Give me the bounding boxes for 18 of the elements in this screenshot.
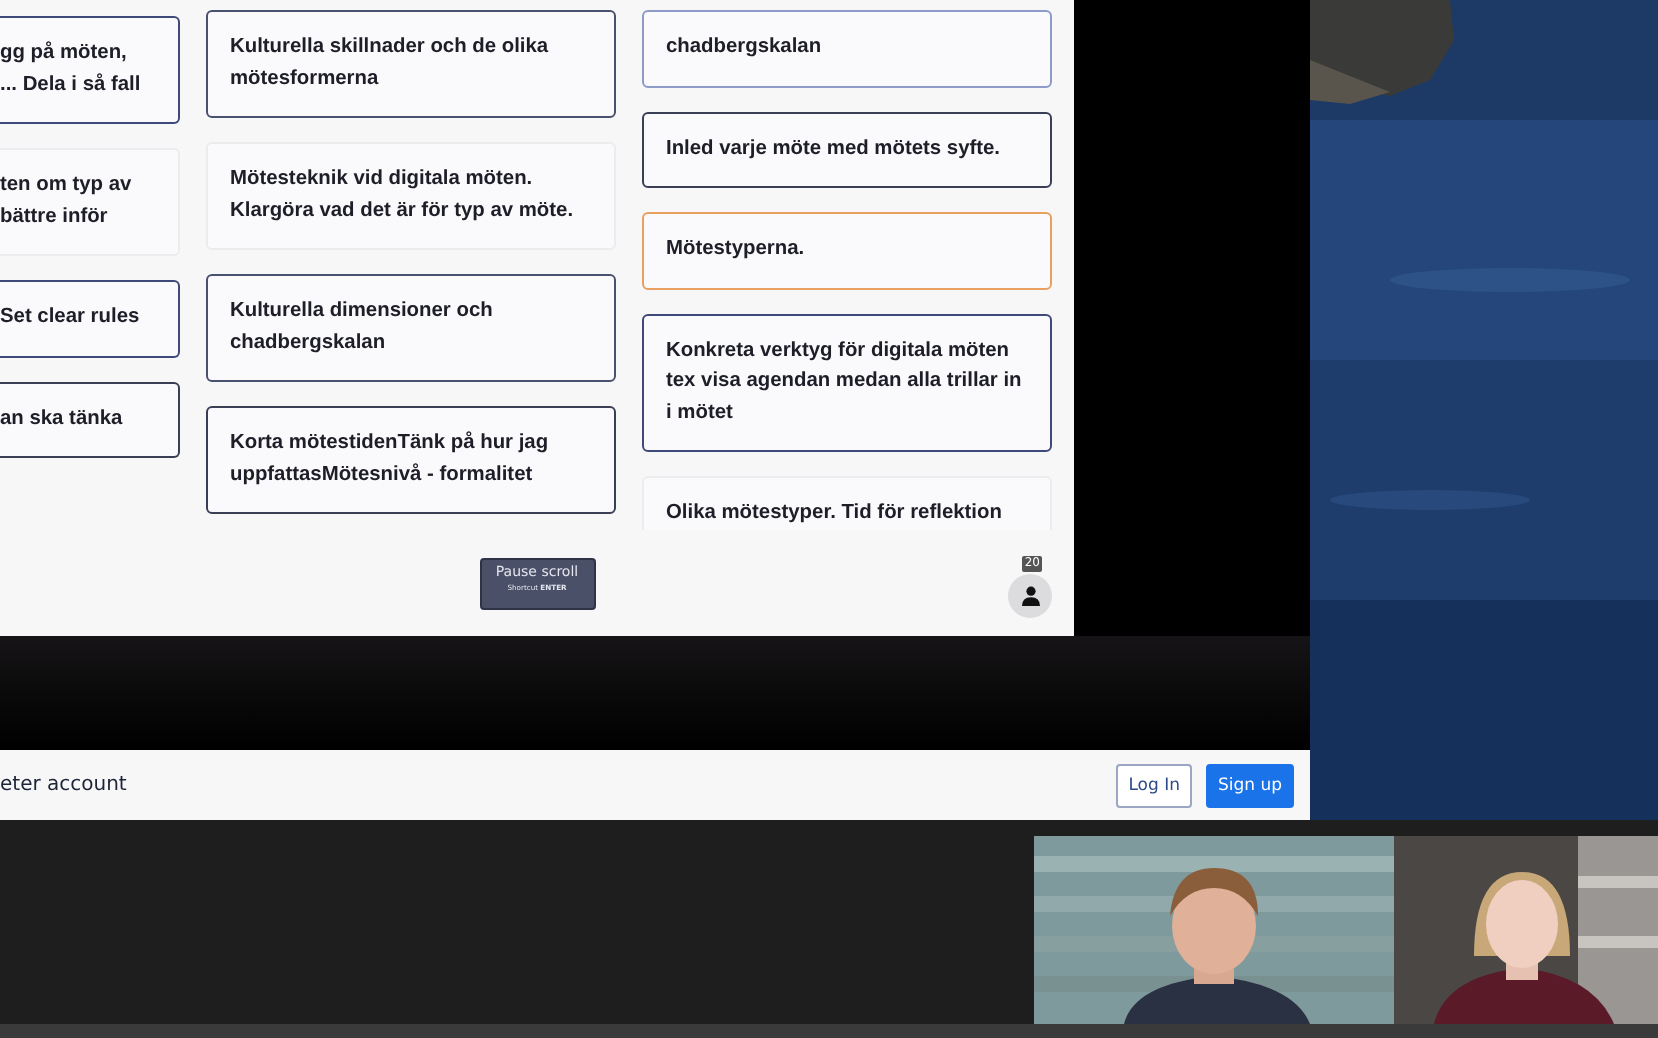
- note-card: Kulturella dimensioner och chadbergskalan: [206, 274, 616, 382]
- sign-up-button[interactable]: Sign up: [1205, 763, 1294, 807]
- participants-button[interactable]: [1008, 574, 1052, 618]
- note-card: Kulturella skillnader och de olika mötesformerna: [206, 10, 616, 118]
- note-card: Mötesteknik vid digitala möten. Klargöra vad det är för typ av möte.: [206, 142, 616, 250]
- note-card: ten om typ av bättre inför: [0, 148, 180, 256]
- note-card: Set clear rules: [0, 280, 180, 357]
- note-card: an ska tänka: [0, 381, 180, 458]
- note-card: Inled varje möte med mötets syfte.: [642, 111, 1052, 188]
- account-text: eter account: [0, 772, 129, 800]
- log-in-button[interactable]: Log In: [1116, 763, 1192, 807]
- note-card: Konkreta verktyg för digitala möten tex visa agendan medan alla trillar in i mötet: [642, 313, 1052, 452]
- note-card: gg på möten, ... Dela i så fall: [0, 16, 180, 124]
- person-icon: [1021, 586, 1039, 606]
- note-card: Olika mötestyper. Tid för reflektion: [642, 476, 1052, 530]
- note-card: chadbergskalan: [642, 10, 1052, 87]
- note-card: Mötestyperna.: [642, 212, 1052, 289]
- note-card: Korta mötestidenTänk på hur jag uppfattasMötesnivå - formalitet: [206, 406, 616, 514]
